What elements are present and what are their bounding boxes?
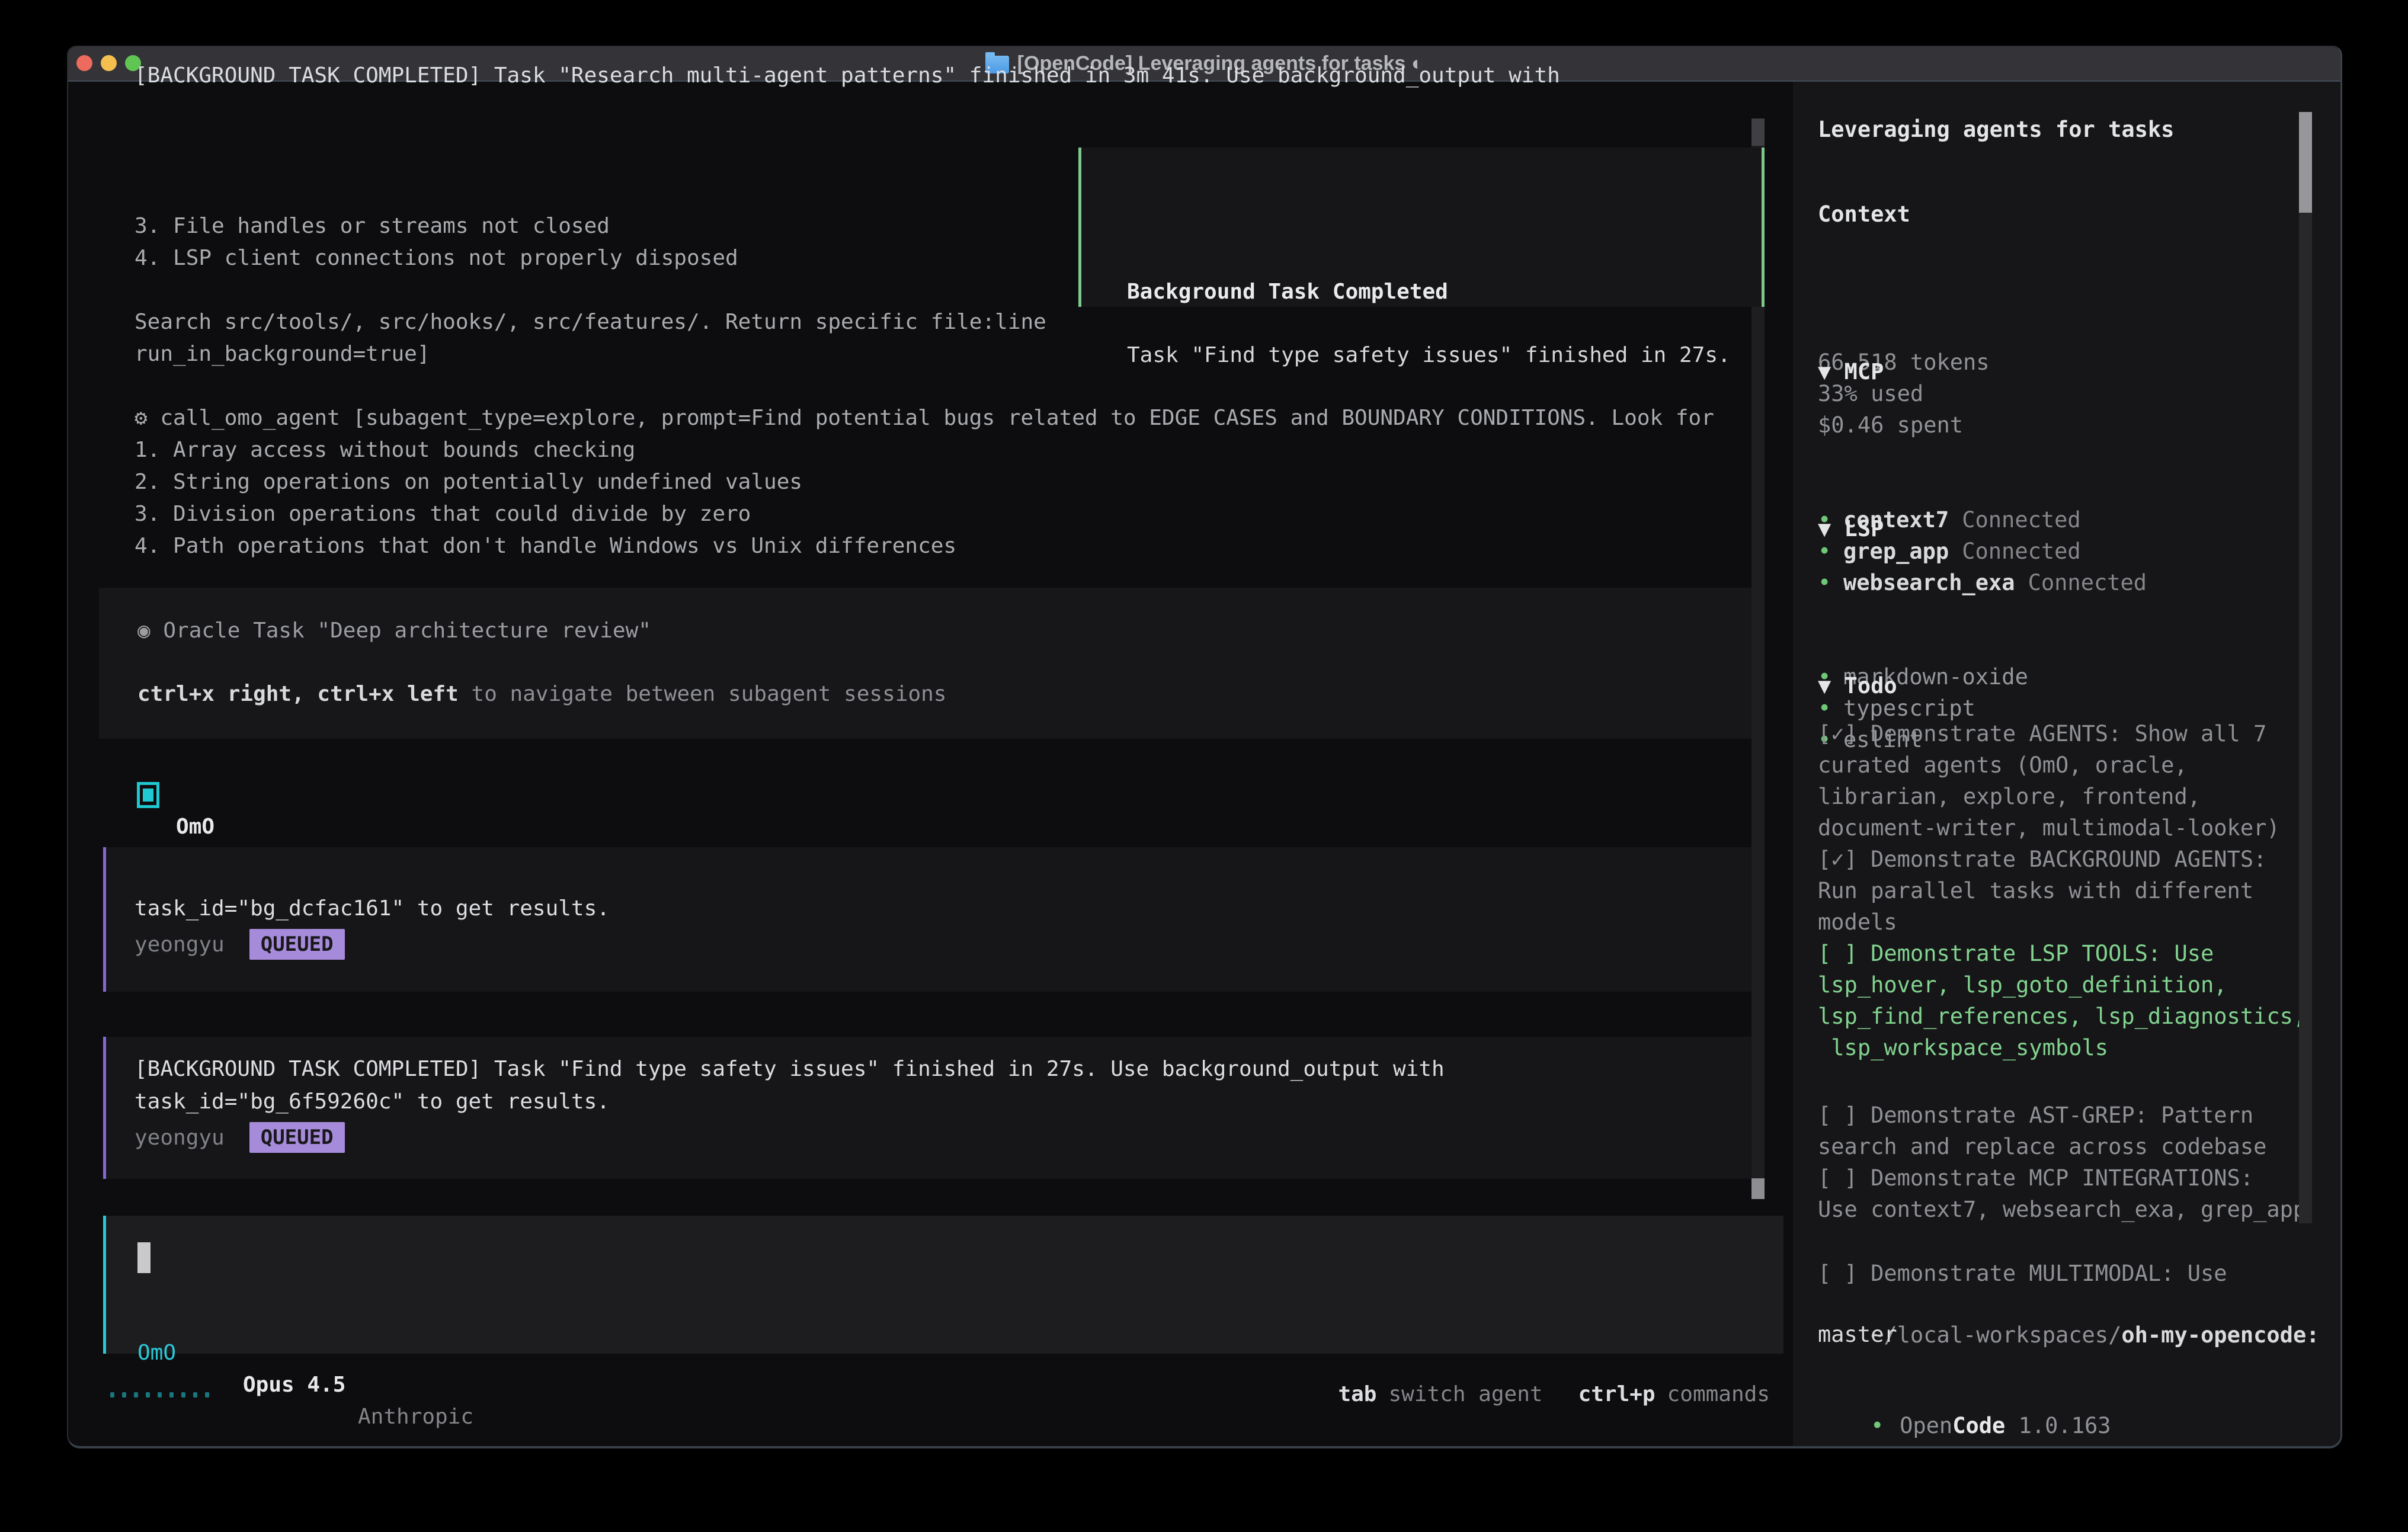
workspace-branch: master <box>1818 1319 1897 1350</box>
todo-item-line: search and replace across codebase <box>1818 1131 2306 1162</box>
opencode-window: [OpenCode] Leveraging agents for tasks ◐… <box>67 46 2342 1448</box>
version-row: •OpenCode 1.0.163 <box>1818 1379 2111 1410</box>
agent-name: OmO <box>176 811 214 843</box>
log-line: ⚙ call_omo_agent [subagent_type=explore,… <box>135 402 1714 434</box>
main-scrollbar-top-segment <box>1751 118 1765 146</box>
task-message-line: task_id="bg_6f59260c" to get results. <box>135 1086 610 1118</box>
oracle-nav-hint: ctrl+x right, ctrl+x left to navigate be… <box>137 678 946 710</box>
spacer <box>1555 1379 1567 1411</box>
task-message-line: [BACKGROUND TASK COMPLETED] Task "Find t… <box>135 1053 1445 1085</box>
sidebar-scrollbar-thumb[interactable] <box>2299 112 2312 213</box>
todo-item-line: Run parallel tasks with different <box>1818 875 2306 906</box>
notification-title: Background Task Completed <box>1127 276 1448 308</box>
esc-label: interrupt <box>294 1446 409 1448</box>
log-line: 2. String operations on potentially unde… <box>135 466 1714 498</box>
mcp-section: ▼ MCP •context7Connected•grep_appConnect… <box>1818 334 2147 464</box>
main-scrollbar-thumb[interactable] <box>1751 1178 1765 1199</box>
app-name-open: Open <box>1900 1413 1952 1438</box>
text-cursor <box>137 1242 150 1273</box>
status-bar: esc interrupt tab switch agent ctrl+p co… <box>68 1379 1770 1411</box>
mcp-server-status: Connected <box>2028 570 2147 595</box>
task-message-block: [BACKGROUND TASK COMPLETED] Task "Find t… <box>103 1037 1760 1179</box>
task-message-line: task_id="bg_dcfac161" to get results. <box>135 893 610 925</box>
workspace-repo: oh-my-opencode: <box>2121 1322 2319 1348</box>
context-section: Context 66,518 tokens33% used$0.46 spent <box>1818 176 1990 306</box>
app-version-number: 1.0.163 <box>2019 1413 2111 1438</box>
todo-item-line: lsp_workspace_symbols <box>1818 1032 2306 1063</box>
statusbar-right: tab switch agent ctrl+p commands <box>1338 1379 1770 1411</box>
log-line: 1. Array access without bounds checking <box>135 434 1714 466</box>
context-heading: Context <box>1818 198 1990 230</box>
todo-item-line: [ ] Demonstrate MULTIMODAL: Use <box>1818 1258 2227 1289</box>
todo-item-line: [ ] Demonstrate MCP INTEGRATIONS: <box>1818 1162 2306 1194</box>
status-badge: QUEUED <box>249 1122 345 1153</box>
task-message-meta: yeongyu QUEUED <box>135 929 345 961</box>
todo-group-1: [✓] Demonstrate AGENTS: Show all 7curate… <box>1818 684 2306 1063</box>
commands-label: commands <box>1667 1379 1770 1411</box>
todo-item-line: Use context7, websearch_exa, grep_app <box>1818 1194 2306 1225</box>
prompt-input[interactable]: OmO Opus 4.5 Anthropic <box>103 1216 1783 1354</box>
commands-key: ctrl+p <box>1578 1379 1655 1411</box>
spinner-dots-icon <box>110 1392 209 1398</box>
log-line: Search src/tools/, src/hooks/, src/featu… <box>135 306 1714 338</box>
app-name-code: Code <box>1952 1413 2005 1438</box>
todo-item-line: document-writer, multimodal-looker) <box>1818 812 2306 844</box>
status-dot-icon: • <box>1871 1410 1900 1441</box>
status-badge: QUEUED <box>249 929 345 960</box>
username: yeongyu <box>135 932 225 957</box>
esc-key: esc <box>242 1446 281 1448</box>
hint-text: to navigate between subagent sessions <box>459 682 947 706</box>
mcp-heading[interactable]: ▼ MCP <box>1818 356 2147 387</box>
task-message-line: [BACKGROUND TASK COMPLETED] Task "Resear… <box>135 60 1560 92</box>
log-line <box>135 370 1714 402</box>
tab-key: tab <box>1338 1379 1376 1411</box>
app-version <box>2005 1413 2018 1438</box>
username: yeongyu <box>135 1126 225 1150</box>
todo-item-line: lsp_find_references, lsp_diagnostics, <box>1818 1001 2306 1032</box>
model-row: OmO Opus 4.5 Anthropic <box>106 1305 1783 1337</box>
sidebar-scrollbar-track[interactable] <box>2299 112 2312 1223</box>
task-message-block: [BACKGROUND TASK COMPLETED] Task "Resear… <box>103 847 1760 992</box>
lsp-heading[interactable]: ▼ LSP <box>1818 513 2028 544</box>
tab-label: switch agent <box>1388 1379 1542 1411</box>
workspace-path: ~/local-workspaces/oh-my-opencode: <box>1818 1288 2320 1319</box>
todo-item-line: librarian, explore, frontend, <box>1818 781 2306 812</box>
todo-item-line: [ ] Demonstrate AST-GREP: Pattern <box>1818 1100 2306 1131</box>
todo-group-3: [ ] Demonstrate MULTIMODAL: Use <box>1818 1224 2227 1289</box>
todo-item-line: models <box>1818 906 2306 938</box>
background-task-notification: Background Task Completed Task "Find typ… <box>1078 148 1765 307</box>
input-agent-name: OmO <box>137 1337 176 1369</box>
todo-item-line: [ ] Demonstrate LSP TOOLS: Use <box>1818 938 2306 969</box>
keyboard-shortcut: ctrl+x right, ctrl+x left <box>137 682 459 706</box>
log-line: 3. Division operations that could divide… <box>135 498 1714 530</box>
todo-item-line: [✓] Demonstrate AGENTS: Show all 7 <box>1818 718 2306 749</box>
lsp-section: ▼ LSP •markdown-oxide•typescript•eslint <box>1818 491 2028 621</box>
todo-item-line: [✓] Demonstrate BACKGROUND AGENTS: <box>1818 844 2306 875</box>
sidebar-session-title: Leveraging agents for tasks <box>1818 114 2174 145</box>
log-line: 4. Path operations that don't handle Win… <box>135 530 1714 562</box>
workspace-path-prefix: ~/local-workspaces/ <box>1871 1322 2121 1348</box>
notification-message: Task "Find type safety issues" finished … <box>1127 339 1731 371</box>
esc-hint: esc interrupt <box>242 1443 409 1448</box>
todo-item-line: lsp_hover, lsp_goto_definition, <box>1818 969 2306 1001</box>
todo-group-2: [ ] Demonstrate AST-GREP: Patternsearch … <box>1818 1066 2306 1225</box>
oracle-task-label: ◉ Oracle Task "Deep architecture review" <box>137 615 651 647</box>
task-message-meta: yeongyu QUEUED <box>135 1122 345 1154</box>
oracle-task-panel: ◉ Oracle Task "Deep architecture review"… <box>99 588 1760 739</box>
todo-item-line: curated agents (OmO, oracle, <box>1818 749 2306 781</box>
